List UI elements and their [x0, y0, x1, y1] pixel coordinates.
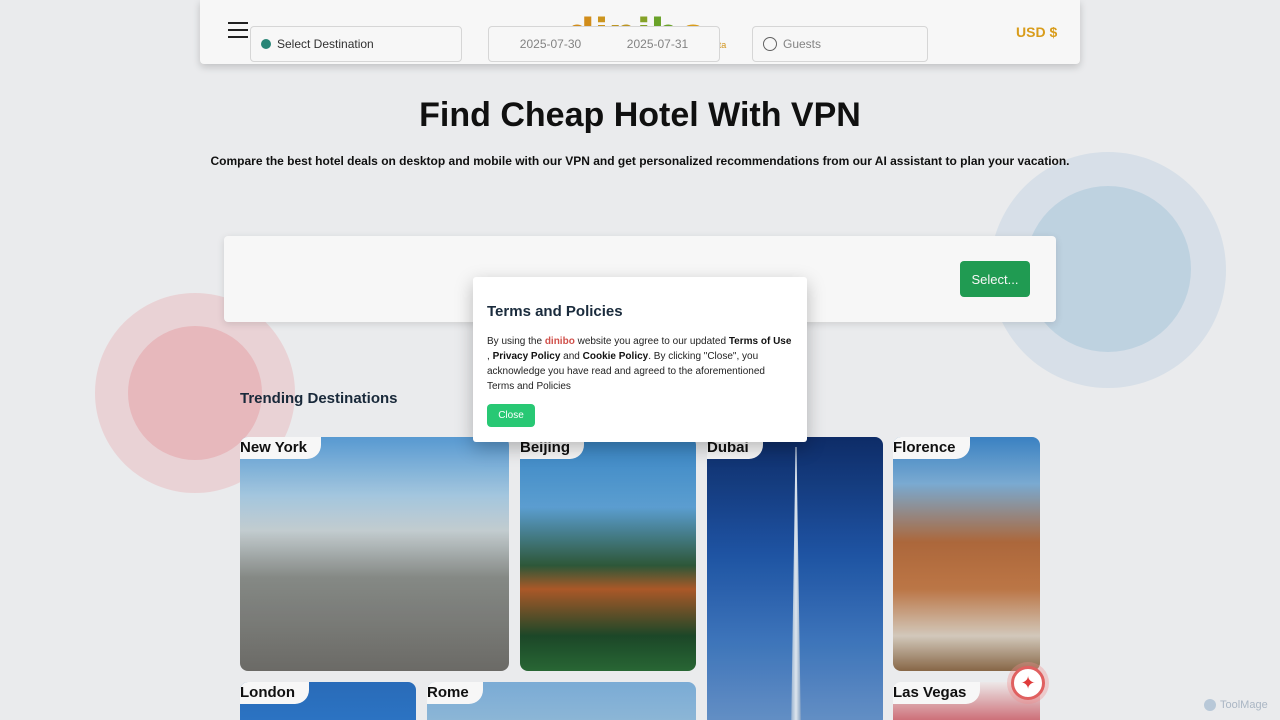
modal-body: By using the dinibo website you agree to…: [487, 334, 793, 394]
watermark-text: ToolMage: [1220, 699, 1268, 711]
terms-modal: Terms and Policies By using the dinibo w…: [473, 277, 807, 442]
modal-text: website you agree to our updated: [574, 336, 729, 347]
modal-text: By using the: [487, 336, 545, 347]
modal-brand: dinibo: [544, 336, 575, 347]
sparkle-icon: ✦: [1020, 672, 1036, 693]
ai-assistant-button[interactable]: ✦: [1011, 666, 1045, 700]
terms-of-use-link[interactable]: Terms of Use: [729, 336, 792, 347]
cookie-policy-link[interactable]: Cookie Policy: [583, 351, 649, 362]
modal-title: Terms and Policies: [487, 303, 623, 320]
modal-text: and: [560, 351, 583, 362]
close-button[interactable]: Close: [487, 404, 535, 427]
watermark: ToolMage: [1204, 699, 1268, 711]
watermark-icon: [1204, 699, 1216, 711]
privacy-policy-link[interactable]: Privacy Policy: [493, 351, 561, 362]
